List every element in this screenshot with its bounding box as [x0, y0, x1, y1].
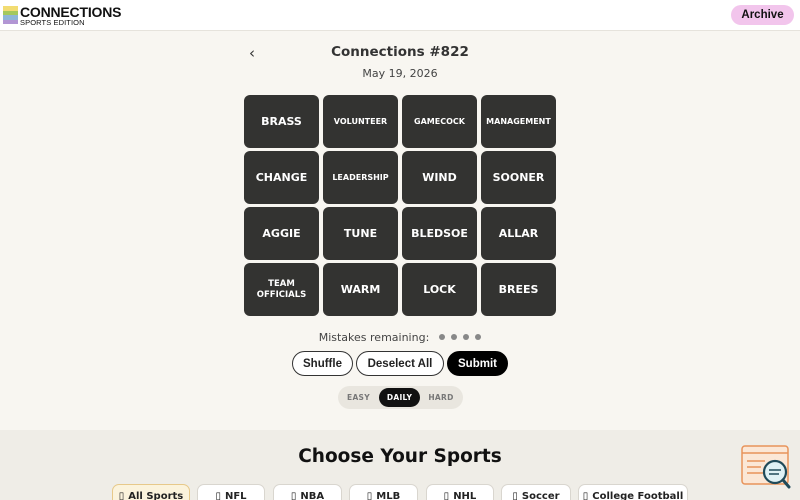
word-tile[interactable]: LEADERSHIP: [323, 151, 398, 204]
sport-chip-nhl[interactable]: ▯ NHL: [426, 484, 494, 500]
logo-stripes-icon: [3, 6, 18, 24]
word-tile[interactable]: WIND: [402, 151, 477, 204]
word-tile[interactable]: TEAM OFFICIALS: [244, 263, 319, 316]
sport-chip-nfl[interactable]: ▯ NFL: [197, 484, 265, 500]
archive-button[interactable]: Archive: [731, 5, 794, 25]
difficulty-hard[interactable]: HARD: [422, 388, 460, 407]
word-tile[interactable]: GAMECOCK: [402, 95, 477, 148]
search-help-icon[interactable]: [741, 445, 791, 489]
word-tile[interactable]: SOONER: [481, 151, 556, 204]
word-tile[interactable]: TUNE: [323, 207, 398, 260]
logo-subtitle: SPORTS EDITION: [20, 18, 85, 27]
mistakes-remaining: Mistakes remaining:: [300, 329, 500, 345]
word-tile[interactable]: ALLAR: [481, 207, 556, 260]
sport-icon: ▯: [443, 491, 450, 500]
word-grid: BRASS VOLUNTEER GAMECOCK MANAGEMENT CHAN…: [244, 95, 557, 317]
mistake-dots: [433, 334, 482, 340]
sports-section: Choose Your Sports ▯ All Sports ▯ NFL ▯ NBA…: [0, 430, 800, 500]
difficulty-easy[interactable]: EASY: [340, 388, 377, 407]
deselect-all-button[interactable]: Deselect All: [356, 351, 444, 376]
difficulty-daily[interactable]: DAILY: [379, 388, 420, 407]
shuffle-button[interactable]: Shuffle: [292, 351, 353, 376]
sport-icon: ▯: [366, 491, 373, 500]
mistakes-label: Mistakes remaining:: [318, 330, 430, 344]
word-tile[interactable]: BREES: [481, 263, 556, 316]
sport-icon: ▯: [215, 491, 221, 500]
connections-logo[interactable]: CONNECTIONS SPORTS EDITION: [3, 5, 121, 27]
mistake-dot: [451, 334, 458, 340]
word-tile[interactable]: CHANGE: [244, 151, 319, 204]
word-tile[interactable]: LOCK: [402, 263, 477, 316]
word-tile[interactable]: VOLUNTEER: [323, 95, 398, 148]
sport-icon: ▯: [290, 491, 297, 500]
sport-chip-soccer[interactable]: ▯ Soccer: [501, 484, 571, 500]
mistake-dot: [463, 334, 470, 340]
word-tile[interactable]: BLEDSOE: [402, 207, 477, 260]
sport-icon: ▯: [512, 491, 518, 500]
puzzle-title: Connections #822: [331, 44, 469, 60]
mistake-dot: [439, 334, 446, 340]
sport-icon: ▯: [118, 491, 125, 500]
word-tile[interactable]: WARM: [323, 263, 398, 316]
sport-icon: ▯: [582, 491, 589, 500]
logo-title: CONNECTIONS: [20, 4, 122, 20]
chevron-left-icon[interactable]: ‹: [245, 44, 259, 62]
mistake-dot: [475, 334, 482, 340]
sports-title: Choose Your Sports: [298, 446, 502, 467]
difficulty-toggle: EASY DAILY HARD: [338, 386, 463, 409]
submit-button[interactable]: Submit: [447, 351, 508, 376]
top-bar: CONNECTIONS SPORTS EDITION Archive: [0, 0, 800, 31]
sport-chip-mlb[interactable]: ▯ MLB: [349, 484, 418, 500]
puzzle-date: May 19, 2026: [362, 67, 438, 80]
sport-chip-all-sports[interactable]: ▯ All Sports: [112, 484, 190, 500]
word-tile[interactable]: AGGIE: [244, 207, 319, 260]
word-tile[interactable]: BRASS: [244, 95, 319, 148]
sport-chip-nba[interactable]: ▯ NBA: [273, 484, 342, 500]
sport-chip-college-football[interactable]: ▯ College Football: [578, 484, 688, 500]
word-tile[interactable]: MANAGEMENT: [481, 95, 556, 148]
